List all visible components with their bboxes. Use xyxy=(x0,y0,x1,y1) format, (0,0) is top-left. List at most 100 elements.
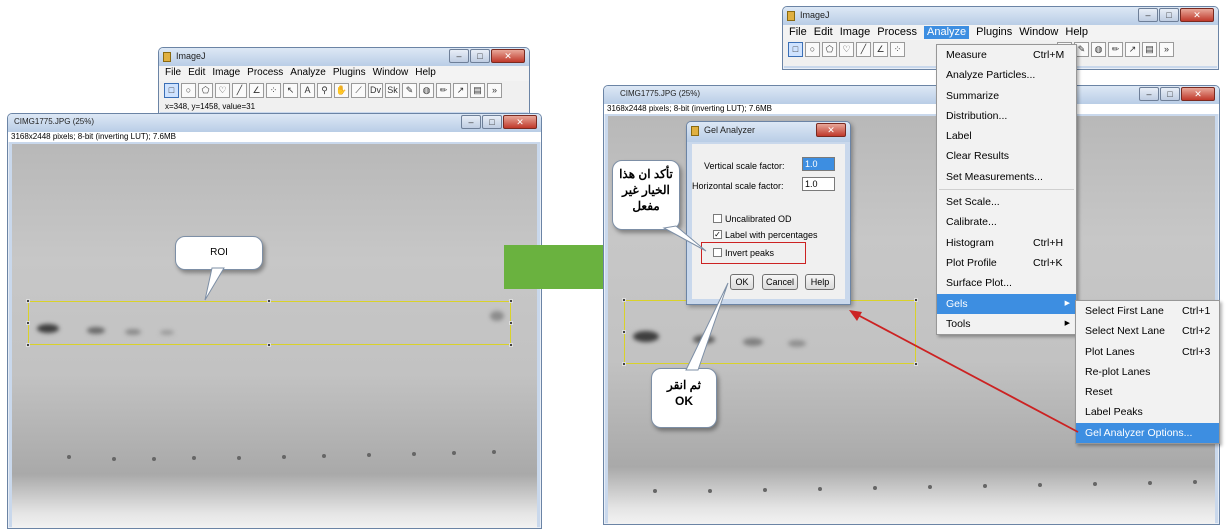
oval-tool-icon[interactable]: ○ xyxy=(805,42,820,57)
flood-tool-icon[interactable]: ◍ xyxy=(1091,42,1106,57)
menu-item-reset[interactable]: Reset xyxy=(1076,382,1219,402)
menu-window[interactable]: Window xyxy=(1019,26,1058,39)
horizontal-scale-input[interactable] xyxy=(802,177,835,191)
roi-handle[interactable] xyxy=(622,330,626,334)
menu-item-select-first-lane[interactable]: Select First Lane Ctrl+1 xyxy=(1076,301,1219,321)
menu-item-replot-lanes[interactable]: Re-plot Lanes xyxy=(1076,362,1219,382)
pencil-tool-icon[interactable]: ✏ xyxy=(1108,42,1123,57)
close-icon[interactable]: ✕ xyxy=(1180,8,1214,22)
roi-handle[interactable] xyxy=(914,298,918,302)
gel-dot xyxy=(1093,482,1097,486)
help-button[interactable]: Help xyxy=(805,274,835,290)
menu-help[interactable]: Help xyxy=(1065,26,1088,39)
minimize-icon[interactable]: – xyxy=(1139,87,1159,101)
right-menubar: File Edit Image Process Analyze Plugins … xyxy=(783,25,1218,40)
menu-item-label-peaks[interactable]: Label Peaks xyxy=(1076,402,1219,422)
lut-tool-icon[interactable]: ▤ xyxy=(1142,42,1157,57)
menu-item-plot-profile[interactable]: Plot Profile Ctrl+K xyxy=(937,253,1076,273)
menu-separator xyxy=(939,189,1074,191)
arrow-tool-icon[interactable]: ↗ xyxy=(1125,42,1140,57)
menu-item-label: Reset xyxy=(1085,386,1113,399)
menu-item-clear-results[interactable]: Clear Results xyxy=(937,146,1076,166)
menu-analyze[interactable]: Analyze xyxy=(924,26,970,39)
label-percentages-checkbox[interactable]: ✓ xyxy=(713,230,722,239)
close-icon[interactable]: ✕ xyxy=(816,123,846,137)
analyze-menu: Measure Ctrl+M Analyze Particles... Summa… xyxy=(936,44,1077,336)
freehand-tool-icon[interactable]: ♡ xyxy=(839,42,854,57)
menu-file[interactable]: File xyxy=(789,26,807,39)
gel-dot xyxy=(1148,481,1152,485)
menu-item-label-cmd[interactable]: Label xyxy=(937,126,1076,146)
menu-item-label: Set Scale... xyxy=(946,196,1000,209)
menu-item-select-next-lane[interactable]: Select Next Lane Ctrl+2 xyxy=(1076,321,1219,341)
roi-handle[interactable] xyxy=(622,298,626,302)
menu-item-distribution[interactable]: Distribution... xyxy=(937,106,1076,126)
gel-band xyxy=(633,331,659,342)
angle-tool-icon[interactable]: ∠ xyxy=(873,42,888,57)
gels-submenu: Select First Lane Ctrl+1 Select Next Lane… xyxy=(1075,300,1220,445)
vertical-scale-input[interactable] xyxy=(802,157,835,171)
line-tool-icon[interactable]: ╱ xyxy=(856,42,871,57)
gel-dot xyxy=(983,484,987,488)
vertical-scale-label: Vertical scale factor: xyxy=(704,161,785,171)
menu-item-tools[interactable]: Tools ▶ xyxy=(937,314,1076,334)
menu-item-calibrate[interactable]: Calibrate... xyxy=(937,212,1076,232)
point-tool-icon[interactable]: ⁘ xyxy=(890,42,905,57)
menu-item-label: Re-plot Lanes xyxy=(1085,365,1151,378)
menu-item-label: Set Measurements... xyxy=(946,170,1043,183)
menu-item-label: Calibrate... xyxy=(946,216,997,229)
close-icon[interactable]: ✕ xyxy=(1181,87,1215,101)
menu-item-plot-lanes[interactable]: Plot Lanes Ctrl+3 xyxy=(1076,342,1219,362)
menu-item-label: Distribution... xyxy=(946,109,1008,122)
roi-handle[interactable] xyxy=(622,362,626,366)
menu-item-gel-analyzer-options[interactable]: Gel Analyzer Options... xyxy=(1076,422,1219,444)
menu-item-label: Tools xyxy=(946,317,971,330)
right-image-titlebar: CIMG1775.JPG (25%) – □ ✕ xyxy=(604,86,1219,104)
gel-band xyxy=(743,338,763,346)
menu-item-label: Analyze Particles... xyxy=(946,69,1036,82)
menu-item-label: Gels xyxy=(946,297,968,310)
menu-item-measure[interactable]: Measure Ctrl+M xyxy=(937,45,1076,65)
ok-button[interactable]: OK xyxy=(730,274,754,290)
gel-band xyxy=(788,340,806,347)
roi-handle[interactable] xyxy=(914,362,918,366)
menu-item-gels[interactable]: Gels ▶ xyxy=(937,293,1076,314)
maximize-icon[interactable]: □ xyxy=(1160,87,1180,101)
cancel-button[interactable]: Cancel xyxy=(762,274,798,290)
uncalibrated-label: Uncalibrated OD xyxy=(725,214,792,224)
menu-edit[interactable]: Edit xyxy=(814,26,833,39)
menu-image[interactable]: Image xyxy=(840,26,871,39)
minimize-icon[interactable]: – xyxy=(1138,8,1158,22)
right-imagej-titlebar: ImageJ – □ ✕ xyxy=(783,7,1218,25)
menu-item-set-scale[interactable]: Set Scale... xyxy=(937,192,1076,212)
menu-item-set-measurements[interactable]: Set Measurements... xyxy=(937,167,1076,187)
imagej-icon xyxy=(787,11,795,21)
maximize-icon[interactable]: □ xyxy=(1159,8,1179,22)
polygon-tool-icon[interactable]: ⬠ xyxy=(822,42,837,57)
then-click-text: ثم انقر xyxy=(666,378,702,392)
gel-dot xyxy=(1038,483,1042,487)
check-option-callout: تأكد ان هذا الخيار غير مفعل xyxy=(612,160,680,230)
menu-item-label: Plot Lanes xyxy=(1085,345,1135,358)
menu-item-label: Histogram xyxy=(946,236,994,249)
gel-dot xyxy=(763,488,767,492)
menu-item-analyze-particles[interactable]: Analyze Particles... xyxy=(937,65,1076,85)
roi-rectangle[interactable] xyxy=(624,300,916,364)
menu-process[interactable]: Process xyxy=(877,26,917,39)
uncalibrated-checkbox[interactable] xyxy=(713,214,722,223)
more-tools-icon[interactable]: » xyxy=(1159,42,1174,57)
menu-item-shortcut: Ctrl+3 xyxy=(1182,345,1211,358)
menu-plugins[interactable]: Plugins xyxy=(976,26,1012,39)
menu-item-summarize[interactable]: Summarize xyxy=(937,86,1076,106)
gel-dot xyxy=(653,489,657,493)
menu-item-label: Summarize xyxy=(946,89,1000,102)
menu-item-histogram[interactable]: Histogram Ctrl+H xyxy=(937,233,1076,253)
gel-dot xyxy=(873,486,877,490)
menu-item-label: Plot Profile xyxy=(946,256,997,269)
menu-item-label: Select First Lane xyxy=(1085,305,1164,317)
imagej-icon xyxy=(691,126,699,136)
rectangle-tool-icon[interactable]: □ xyxy=(788,42,803,57)
menu-item-surface-plot[interactable]: Surface Plot... xyxy=(937,273,1076,293)
menu-item-label: Label xyxy=(946,130,972,143)
right-image-info: 3168x2448 pixels; 8-bit (inverting LUT);… xyxy=(604,104,1219,114)
